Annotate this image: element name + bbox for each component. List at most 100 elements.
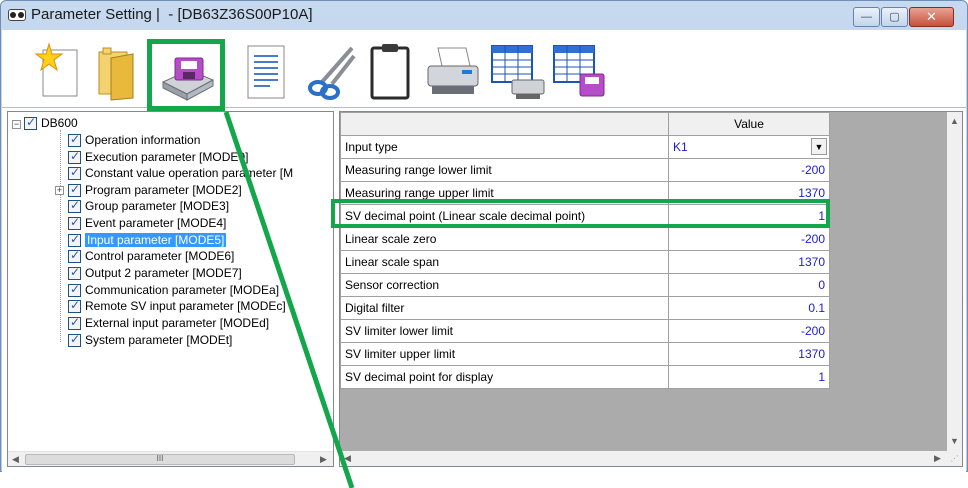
tree-item-group-parameter[interactable]: Group parameter [MODE3] xyxy=(68,198,229,214)
checkbox[interactable] xyxy=(68,198,81,213)
folder-icon xyxy=(98,47,134,101)
content-area: − DB600 Operation information Execution … xyxy=(2,108,966,473)
parameter-grid: Value Input type K1 ▼ Measuring range low… xyxy=(339,111,963,467)
row-highlight-box xyxy=(331,199,830,228)
checkbox[interactable] xyxy=(68,132,81,147)
checkbox[interactable] xyxy=(68,215,81,230)
print-button[interactable] xyxy=(422,42,482,102)
value-cell[interactable]: 1370 xyxy=(668,250,830,274)
close-button[interactable]: ✕ xyxy=(909,7,954,27)
cut-button[interactable] xyxy=(302,42,362,102)
tree-item-constant-value-operation-parameter[interactable]: Constant value operation parameter [M xyxy=(68,165,293,181)
expand-toggle[interactable]: + xyxy=(55,186,64,195)
app-window: Parameter Setting | - [DB63Z36S00P10A] —… xyxy=(0,0,968,473)
checkbox[interactable] xyxy=(24,115,37,130)
title-bar[interactable]: Parameter Setting | - [DB63Z36S00P10A] —… xyxy=(1,1,967,29)
tree-horizontal-scrollbar[interactable]: ◀ III ▶ xyxy=(8,451,333,466)
resize-grip-icon[interactable]: ⋰ xyxy=(947,451,962,466)
value-cell[interactable]: -200 xyxy=(668,319,830,343)
save-table-button[interactable] xyxy=(550,42,610,102)
tree-item-program-parameter[interactable]: Program parameter [MODE2] xyxy=(68,182,242,198)
open-button[interactable] xyxy=(89,42,149,102)
scroll-left-icon[interactable]: ◀ xyxy=(8,452,23,466)
value-cell[interactable]: -200 xyxy=(668,158,830,182)
checkbox[interactable] xyxy=(68,182,81,197)
clipboard-icon xyxy=(370,44,410,100)
tree-item-execution-parameter[interactable]: Execution parameter [MODE0] xyxy=(68,149,248,165)
row-header-corner xyxy=(340,112,669,136)
paste-button[interactable] xyxy=(360,42,420,102)
checkbox[interactable] xyxy=(68,165,81,180)
parameter-tree[interactable]: − DB600 Operation information Execution … xyxy=(7,111,334,467)
table-row: SV limiter upper limit 1370 xyxy=(340,342,830,366)
row-label: Linear scale span xyxy=(340,250,669,274)
tree-root-label: DB600 xyxy=(41,116,78,130)
tree-item-system-parameter[interactable]: System parameter [MODEt] xyxy=(68,332,232,348)
tree-item-event-parameter[interactable]: Event parameter [MODE4] xyxy=(68,215,226,231)
table-row: Input type K1 ▼ xyxy=(340,135,830,159)
scroll-right-icon[interactable]: ▶ xyxy=(316,452,331,466)
tree-item-label: Operation information xyxy=(85,133,201,147)
table-disk-icon xyxy=(553,45,605,97)
select-value: K1 xyxy=(673,140,688,154)
table-row: SV decimal point for display 1 xyxy=(340,365,830,389)
text-document-icon xyxy=(247,45,285,99)
tree-item-input-parameter[interactable]: Input parameter [MODE5] xyxy=(68,232,227,248)
table-printer-icon xyxy=(491,45,545,99)
tree-item-label: Execution parameter [MODE0] xyxy=(85,150,249,164)
row-label: Input type xyxy=(340,135,669,159)
value-cell[interactable]: 0 xyxy=(668,273,830,297)
file-info-button[interactable] xyxy=(236,42,296,102)
grid-horizontal-scrollbar[interactable]: ◀ ▶ xyxy=(340,451,947,466)
row-label: Linear scale zero xyxy=(340,227,669,251)
tree-item-external-input-parameter[interactable]: External input parameter [MODEd] xyxy=(68,315,269,331)
tree-root[interactable]: DB600 xyxy=(24,115,78,131)
table-row: Sensor correction 0 xyxy=(340,273,830,297)
checkbox[interactable] xyxy=(68,332,81,347)
table-row: Linear scale span 1370 xyxy=(340,250,830,274)
scroll-right-icon[interactable]: ▶ xyxy=(930,451,945,466)
tree-item-operation-information[interactable]: Operation information xyxy=(68,132,200,148)
checkbox[interactable] xyxy=(68,232,81,247)
input-type-select[interactable]: K1 ▼ xyxy=(668,135,830,159)
new-button[interactable] xyxy=(29,42,89,102)
print-table-button[interactable] xyxy=(488,42,548,102)
checkbox[interactable] xyxy=(68,248,81,263)
tree-item-communication-parameter[interactable]: Communication parameter [MODEa] xyxy=(68,282,279,298)
scrollbar-thumb[interactable]: III xyxy=(25,454,295,465)
checkbox[interactable] xyxy=(68,282,81,297)
tree-item-label: Communication parameter [MODEa] xyxy=(85,283,280,297)
grid-vertical-scrollbar[interactable]: ▲ ▼ xyxy=(947,112,962,451)
checkbox[interactable] xyxy=(68,315,81,330)
tree-item-control-parameter[interactable]: Control parameter [MODE6] xyxy=(68,248,234,264)
row-label: Measuring range lower limit xyxy=(340,158,669,182)
scroll-down-icon[interactable]: ▼ xyxy=(947,434,962,449)
scroll-up-icon[interactable]: ▲ xyxy=(947,114,962,129)
row-label: Sensor correction xyxy=(340,273,669,297)
app-icon xyxy=(8,9,26,21)
maximize-button[interactable]: ▢ xyxy=(881,7,908,27)
printer-icon xyxy=(427,47,479,94)
checkbox[interactable] xyxy=(68,298,81,313)
tree-item-remote-sv-input-parameter[interactable]: Remote SV input parameter [MODEc] xyxy=(68,298,286,314)
row-label: Digital filter xyxy=(340,296,669,320)
tree-item-output-2-parameter[interactable]: Output 2 parameter [MODE7] xyxy=(68,265,242,281)
tree-item-label: Remote SV input parameter [MODEc] xyxy=(85,299,286,313)
collapse-toggle[interactable]: − xyxy=(12,120,21,129)
value-cell[interactable]: 1370 xyxy=(668,342,830,366)
value-cell[interactable]: 0.1 xyxy=(668,296,830,320)
parameter-table: Value Input type K1 ▼ Measuring range low… xyxy=(340,112,830,389)
chevron-down-icon[interactable]: ▼ xyxy=(811,138,827,155)
table-row: Linear scale zero -200 xyxy=(340,227,830,251)
checkbox[interactable] xyxy=(68,149,81,164)
tree-item-label: Constant value operation parameter [M xyxy=(85,166,294,180)
scroll-left-icon[interactable]: ◀ xyxy=(340,451,355,466)
row-label: SV limiter lower limit xyxy=(340,319,669,343)
row-label: SV decimal point for display xyxy=(340,365,669,389)
save-highlight-box xyxy=(147,39,225,111)
minimize-button[interactable]: — xyxy=(853,7,880,27)
value-cell[interactable]: -200 xyxy=(668,227,830,251)
checkbox[interactable] xyxy=(68,265,81,280)
table-row: SV limiter lower limit -200 xyxy=(340,319,830,343)
value-cell[interactable]: 1 xyxy=(668,365,830,389)
